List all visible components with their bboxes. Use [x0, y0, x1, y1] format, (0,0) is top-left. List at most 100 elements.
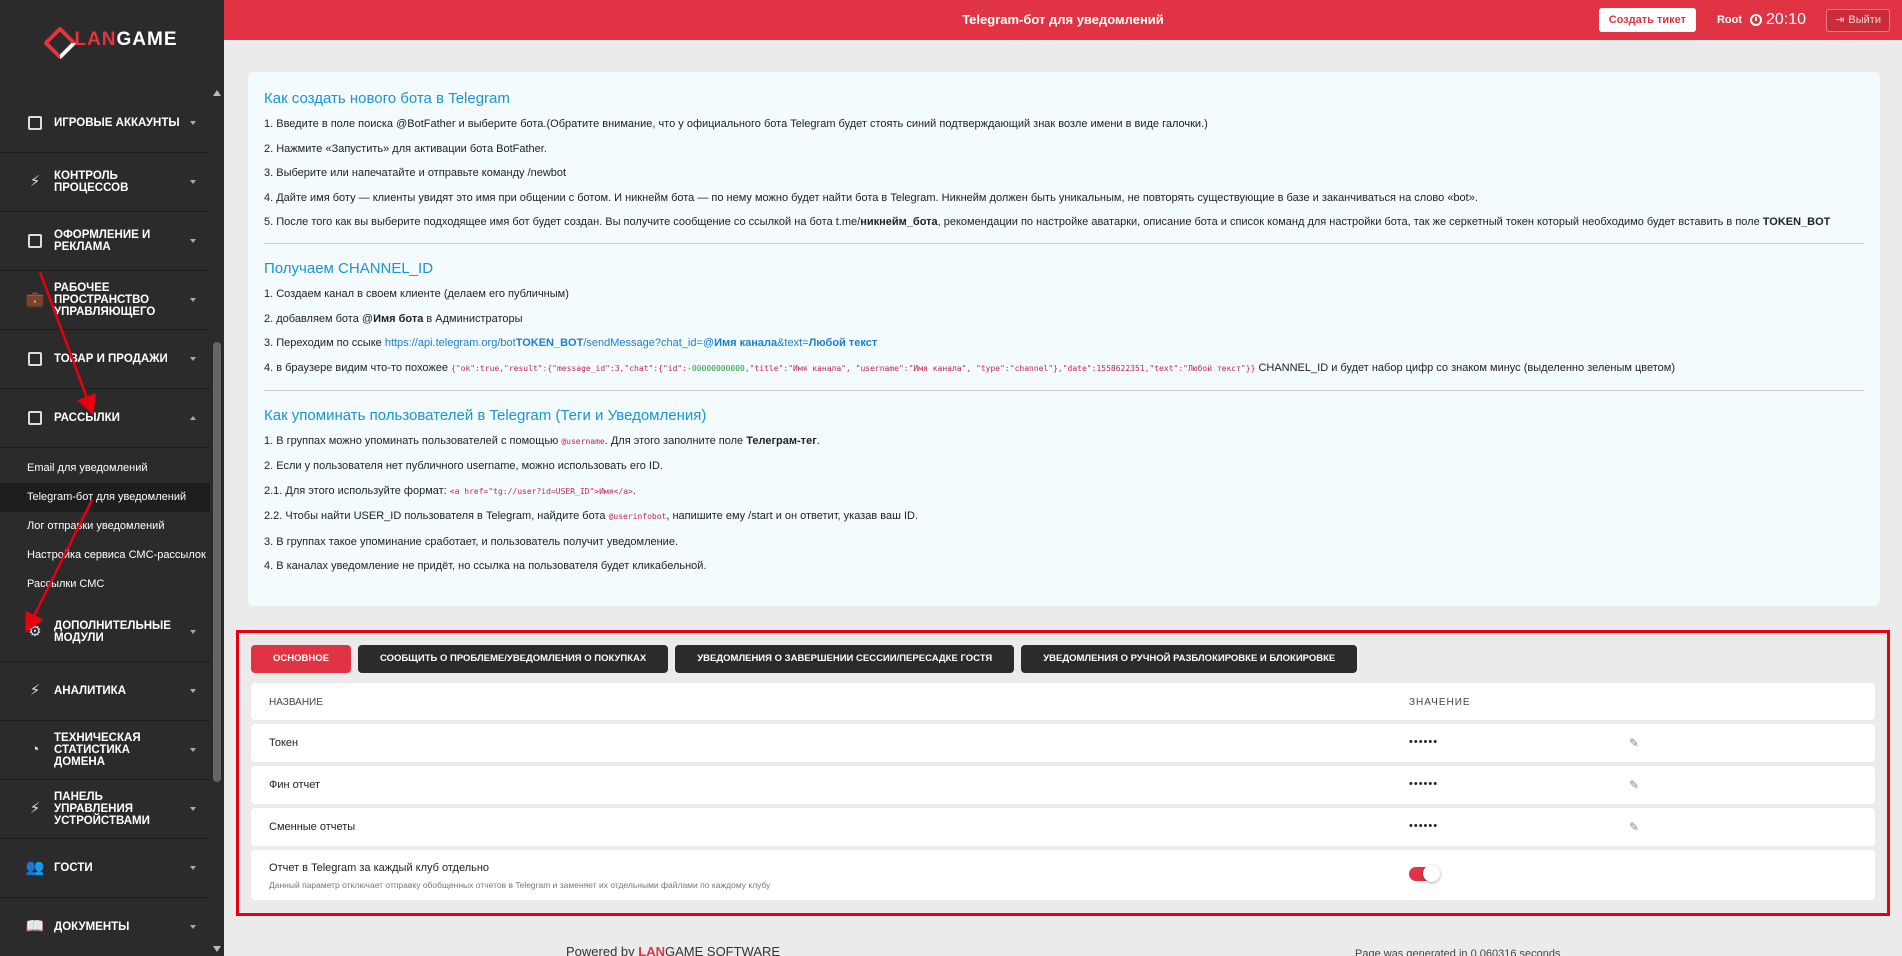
chevron-down-icon [190, 807, 196, 811]
sidebar-scrollbar[interactable] [210, 86, 224, 956]
divider [264, 243, 1864, 244]
scroll-down-icon[interactable] [213, 946, 221, 952]
footer-powered-by: Powered by LANGAME SOFTWARE [566, 944, 781, 956]
instruction-line: 4. В каналах уведомление не придёт, но с… [264, 560, 707, 572]
tab-manual-unlock[interactable]: Уведомления о ручной разблокировке и бло… [1021, 645, 1358, 673]
logout-icon: ⇥ [1835, 14, 1845, 26]
instruction-line: 4. Дайте имя боту — клиенты увидят это и… [264, 191, 1478, 204]
sidebar-item-documents[interactable]: 📖 Документы [0, 898, 210, 956]
mailings-submenu: Email для уведомлений Telegram-бот для у… [0, 448, 210, 603]
sidebar-item-manager-workspace[interactable]: 💼 Рабочее пространство управляющего [0, 271, 210, 330]
sidebar-subitem-sms-service[interactable]: Настройка сервиса СМС-рассылок [0, 541, 210, 570]
instruction-line: 1. Создаем канал в своем клиенте (делаем… [264, 288, 569, 300]
column-header-name: Название [269, 697, 323, 708]
chevron-down-icon [190, 866, 196, 870]
sidebar-item-extra-modules[interactable]: ⚙ Дополнительные модули [0, 603, 210, 662]
tab-general[interactable]: Основное [251, 645, 351, 673]
topbar: Telegram-бот для уведомлений Создать тик… [224, 0, 1902, 40]
per-club-report-toggle[interactable] [1409, 865, 1440, 882]
logout-label: Выйти [1848, 14, 1881, 26]
scrollbar-thumb[interactable] [213, 342, 221, 782]
column-header-value: Значение [1409, 697, 1471, 708]
table-header: Название Значение [251, 683, 1875, 720]
instruction-line: 2. добавляем бота @Имя бота в Администра… [264, 312, 523, 325]
instruction-line: 3. В группах такое упоминание сработает,… [264, 535, 679, 548]
bolt-icon: ⚡ [29, 173, 41, 190]
sidebar-item-design-ads[interactable]: Оформление и реклама [0, 212, 210, 271]
edit-box-icon [26, 232, 44, 250]
chevron-down-icon [190, 748, 196, 752]
instruction-line: 3. Переходим по ссыке https://api.telegr… [264, 337, 878, 349]
book-icon: 📖 [25, 918, 45, 935]
sidebar-item-goods-sales[interactable]: Товар и продажи [0, 330, 210, 389]
footer-generated-time: Page was generated in 0.060316 seconds [1355, 948, 1561, 956]
settings-table: Название Значение Токен •••••• ✎ Фин отч… [251, 683, 1875, 904]
clock: 20:10 [1749, 11, 1806, 29]
pie-chart-icon: ◔ [30, 741, 40, 758]
sidebar: LANGAME Игровые аккаунты ⚡ Контроль проц… [0, 0, 224, 956]
sidebar-subitem-notification-log[interactable]: Лог отправки уведомлений [0, 512, 210, 541]
instruction-line: 2.2. Чтобы найти USER_ID пользователя в … [264, 510, 919, 522]
logo-text: LANGAME [74, 29, 178, 50]
setting-name: Сменные отчеты [269, 821, 356, 833]
clock-time: 20:10 [1765, 11, 1806, 28]
setting-name: Фин отчет [269, 779, 321, 791]
bolt-icon: ⚡ [29, 682, 41, 699]
scroll-up-icon[interactable] [213, 90, 221, 96]
user-name[interactable]: Root [1717, 14, 1742, 26]
divider [264, 389, 1864, 391]
clock-icon [1749, 14, 1762, 26]
instruction-line: 2.1. Для этого используйте формат: <a hr… [264, 484, 636, 497]
chevron-down-icon [190, 239, 196, 243]
telegram-api-link[interactable]: https://api.telegram.org/botTOKEN_BOT/se… [385, 337, 877, 349]
briefcase-icon: 💼 [25, 291, 45, 308]
section-title-create-bot: Как создать нового бота в Telegram [264, 90, 510, 107]
instruction-line: 1. В группах можно упоминать пользовател… [264, 434, 820, 447]
chevron-down-icon [190, 357, 196, 361]
instruction-line: 2. Если у пользователя нет публичного us… [264, 460, 663, 472]
instruction-line: 5. После того как вы выберите подходящее… [264, 216, 1831, 228]
gear-icon: ⚙ [28, 623, 42, 640]
instruction-line: 4. в браузере видим что-то похожее {"ok"… [264, 361, 1676, 374]
sidebar-item-mailings[interactable]: Рассылки [0, 389, 210, 448]
setting-name: Отчет в Telegram за каждый клуб отдельно [269, 862, 490, 874]
instructions-card: Как создать нового бота в Telegram 1. Вв… [248, 72, 1880, 606]
chevron-up-icon [190, 416, 196, 420]
sidebar-subitem-telegram-bot[interactable]: Telegram-бот для уведомлений [0, 483, 210, 512]
tab-session-end[interactable]: Уведомления о завершении сессии/пересадк… [675, 645, 1015, 673]
section-title-channel-id: Получаем CHANNEL_ID [264, 260, 434, 277]
instruction-line: 3. Выберите или напечатайте и отправьте … [264, 167, 567, 179]
sticky-note-icon [26, 350, 44, 368]
logo[interactable]: LANGAME [0, 0, 224, 80]
setting-description: Данный параметр отключает отправку обобщ… [269, 880, 771, 890]
edit-box-icon [26, 409, 44, 427]
pencil-icon[interactable]: ✎ [1629, 737, 1641, 749]
sidebar-item-guests[interactable]: 👥 Гости [0, 839, 210, 898]
chevron-down-icon [190, 180, 196, 184]
sidebar-subitem-email[interactable]: Email для уведомлений [0, 454, 210, 483]
table-row: Отчет в Telegram за каждый клуб отдельно… [251, 850, 1875, 900]
bolt-icon: ⚡ [29, 800, 41, 817]
settings-panel-highlight: Основное Сообщить о проблеме/Уведомления… [236, 630, 1890, 916]
id-card-icon [26, 114, 44, 132]
table-row: Сменные отчеты •••••• ✎ [251, 808, 1875, 846]
settings-tabs: Основное Сообщить о проблеме/Уведомления… [251, 645, 1358, 673]
sidebar-subitem-sms-mailings[interactable]: Рассылки СМС [0, 570, 210, 599]
logout-button[interactable]: ⇥ Выйти [1826, 9, 1890, 32]
sidebar-item-game-accounts[interactable]: Игровые аккаунты [0, 94, 210, 153]
sidebar-menu: Игровые аккаунты ⚡ Контроль процессов Оф… [0, 94, 210, 956]
pencil-icon[interactable]: ✎ [1629, 821, 1641, 833]
section-title-mentions: Как упоминать пользователей в Telegram (… [264, 406, 707, 424]
chevron-down-icon [190, 630, 196, 634]
setting-value: •••••• [1409, 736, 1439, 748]
setting-value: •••••• [1409, 778, 1439, 790]
sidebar-item-analytics[interactable]: ⚡ Аналитика [0, 662, 210, 721]
chevron-down-icon [190, 925, 196, 929]
tab-problem-purchases[interactable]: Сообщить о проблеме/Уведомления о покупк… [357, 645, 669, 673]
sidebar-item-domain-stats[interactable]: ◔ Техническая статистика домена [0, 721, 210, 780]
create-ticket-button[interactable]: Создать тикет [1598, 8, 1696, 32]
table-row: Токен •••••• ✎ [251, 724, 1875, 762]
pencil-icon[interactable]: ✎ [1629, 779, 1641, 791]
sidebar-item-process-control[interactable]: ⚡ Контроль процессов [0, 153, 210, 212]
sidebar-item-device-panel[interactable]: ⚡ Панель управления устройствами [0, 780, 210, 839]
